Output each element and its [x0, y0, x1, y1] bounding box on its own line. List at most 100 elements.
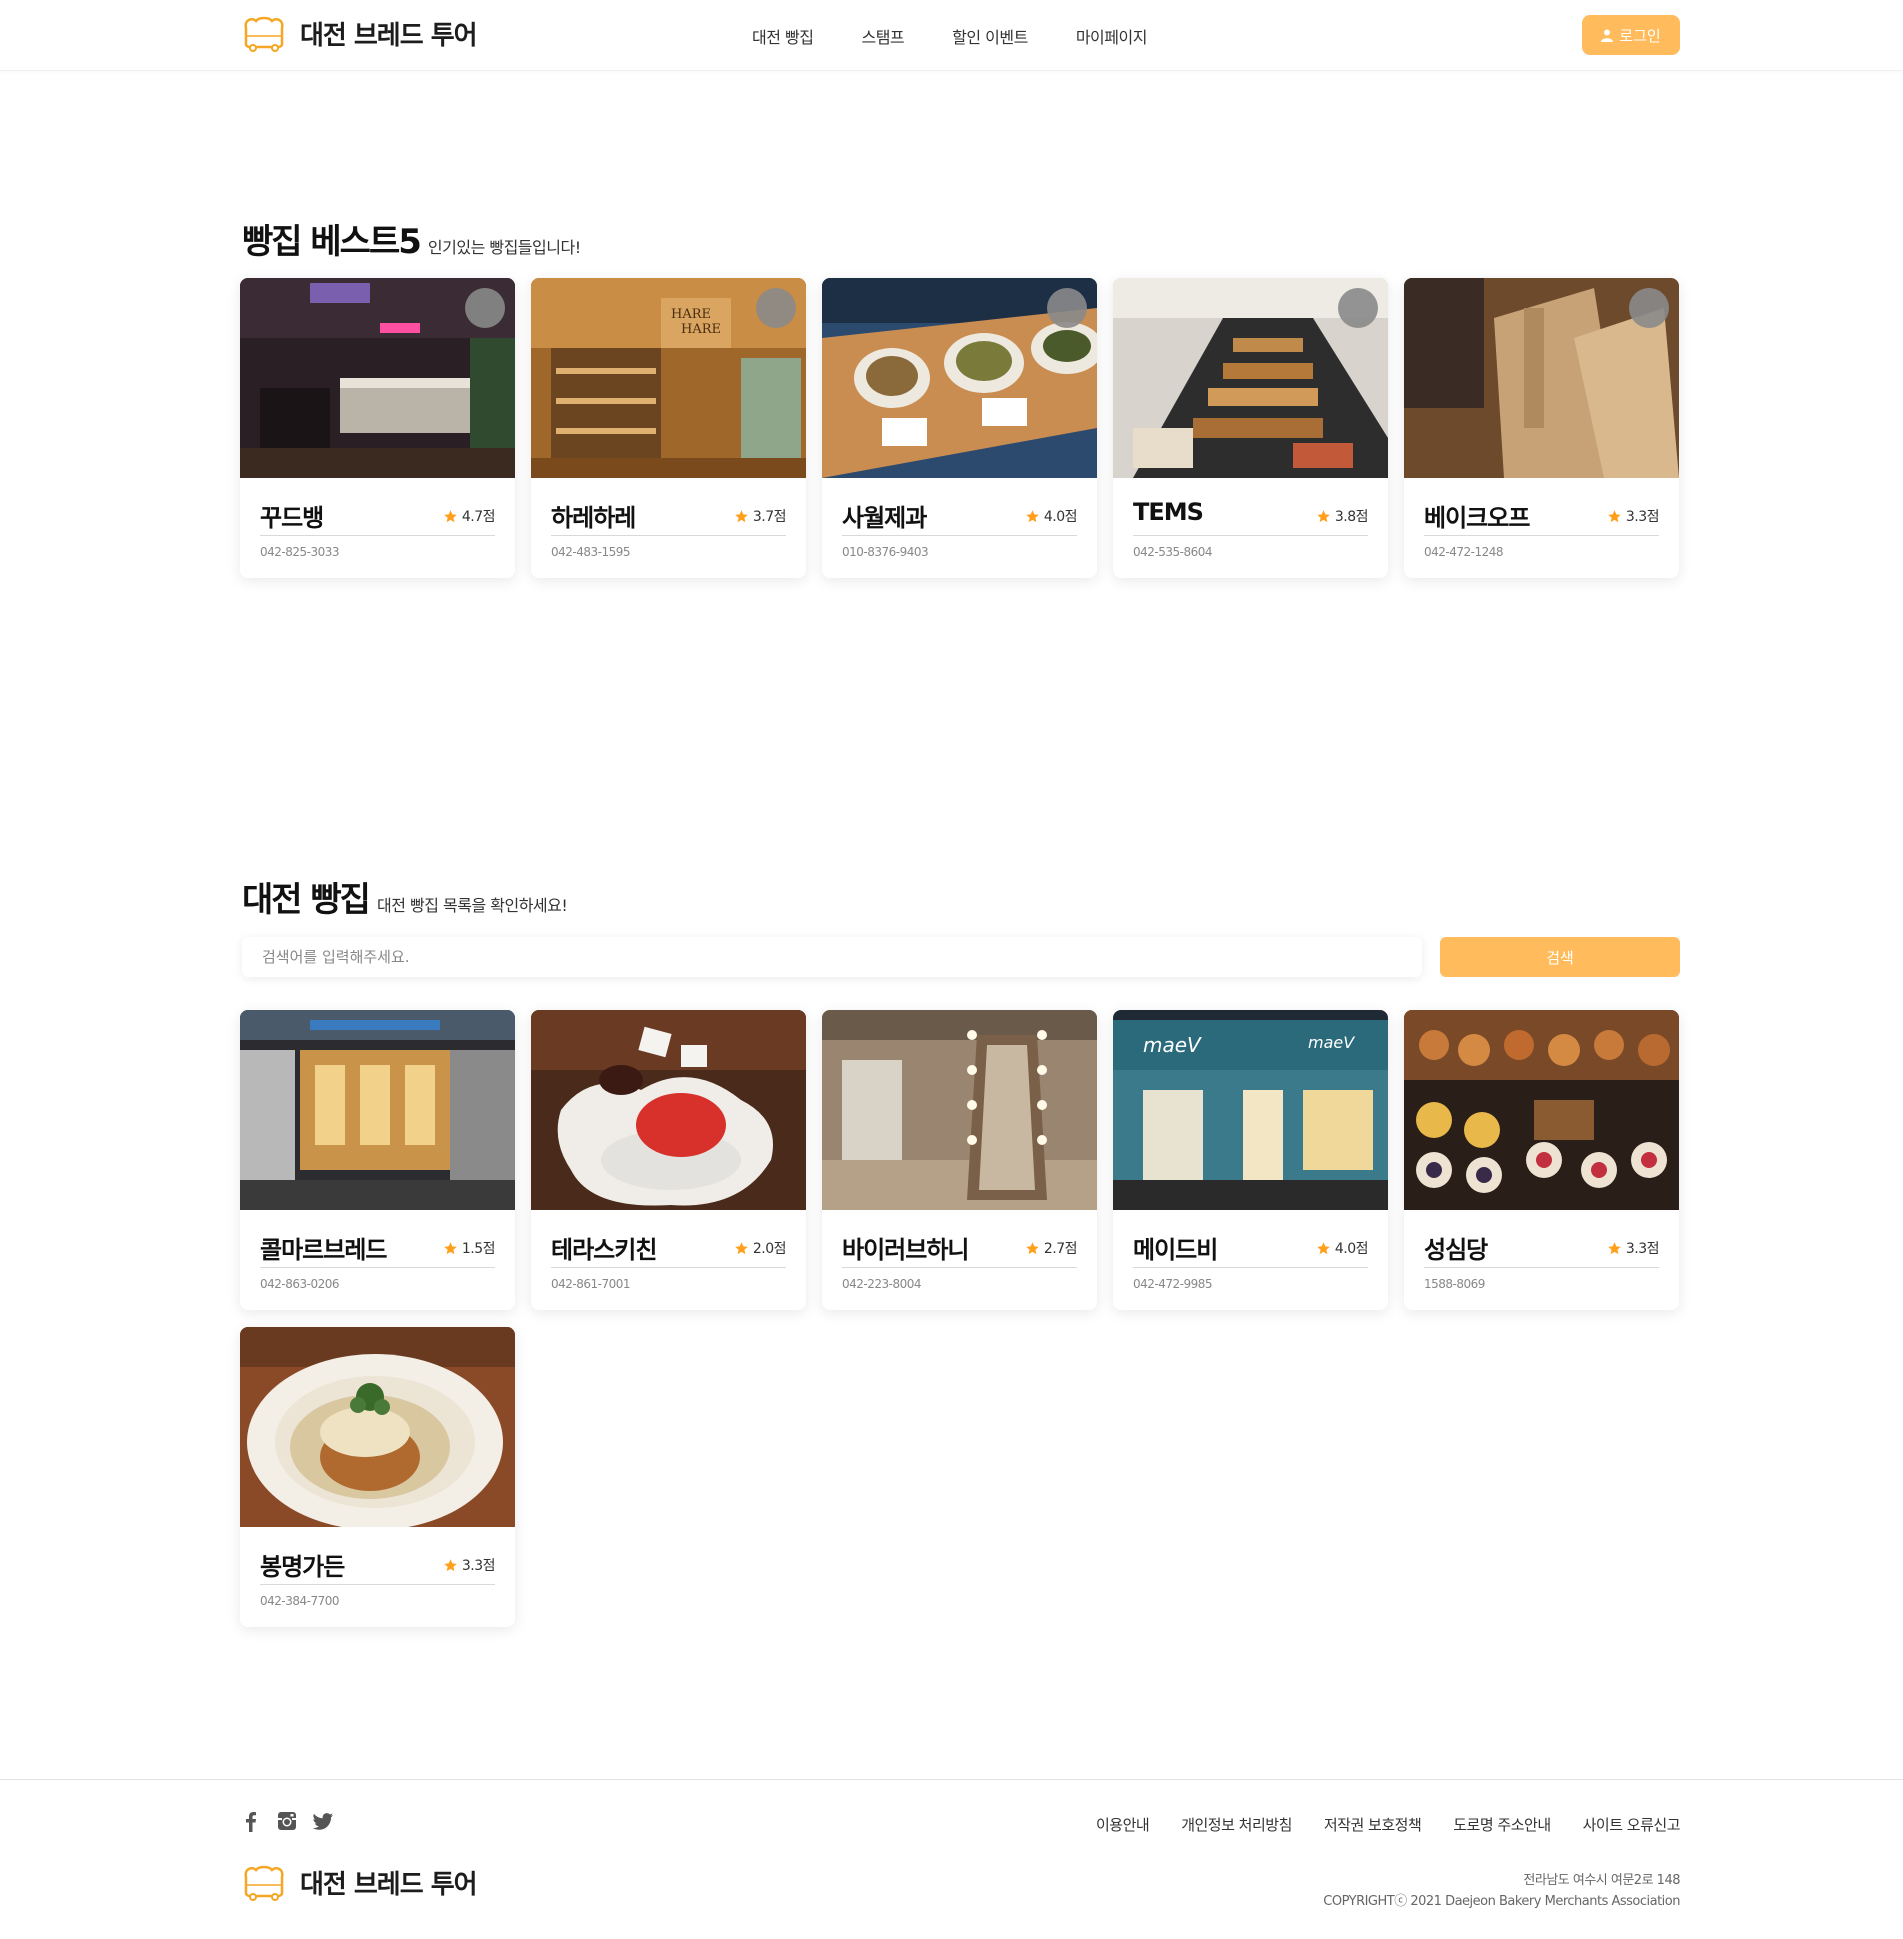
- bakery-rating: 3.3점: [1607, 1238, 1660, 1258]
- main-nav: 대전 빵집 스탬프 할인 이벤트 마이페이지: [752, 24, 1195, 48]
- bakery-card[interactable]: maeV maeV 메이드비 4.0점 042-472-9985: [1113, 1010, 1388, 1310]
- twitter-icon[interactable]: [312, 1810, 334, 1832]
- best-bakery-card[interactable]: 베이크오프 3.3점 042-472-1248: [1404, 278, 1679, 578]
- favorite-toggle[interactable]: [1338, 288, 1378, 328]
- best-bakery-card[interactable]: 꾸드뱅 4.7점 042-825-3033: [240, 278, 515, 578]
- rating-value: 3.3점: [461, 1558, 496, 1574]
- star-icon: [1026, 1241, 1039, 1254]
- rating-value: 1.5점: [461, 1241, 496, 1257]
- instagram-icon[interactable]: [276, 1810, 298, 1832]
- user-icon: [1601, 29, 1614, 42]
- svg-text:HARE: HARE: [671, 307, 711, 322]
- bakery-name: 메이드비: [1133, 1236, 1218, 1264]
- bakery-rating: 3.8점: [1316, 506, 1369, 526]
- favorite-toggle[interactable]: [465, 288, 505, 328]
- bakery-phone: 042-535-8604: [1133, 545, 1213, 559]
- bakery-phone: 042-861-7001: [551, 1277, 631, 1291]
- bakery-phone: 1588-8069: [1424, 1277, 1485, 1291]
- bakery-name: 성심당: [1424, 1236, 1488, 1264]
- footer-link-report-error[interactable]: 사이트 오류신고: [1583, 1814, 1681, 1835]
- social-links: [240, 1810, 348, 1832]
- bakery-rating: 4.0점: [1316, 1238, 1369, 1258]
- bakery-rating: 3.7점: [734, 506, 787, 526]
- rating-value: 2.7점: [1043, 1241, 1078, 1257]
- nav-bakeries[interactable]: 대전 빵집: [752, 24, 814, 48]
- bread-logo-icon: [244, 1865, 284, 1901]
- card-divider: [842, 1267, 1077, 1268]
- star-icon: [735, 1241, 748, 1254]
- bakery-photo: [822, 278, 1097, 478]
- footer-link-road-address[interactable]: 도로명 주소안내: [1453, 1814, 1551, 1835]
- facebook-icon[interactable]: [240, 1810, 262, 1832]
- search-button[interactable]: 검색: [1440, 937, 1680, 977]
- star-icon: [1608, 1241, 1621, 1254]
- bakery-name: 콜마르브레드: [260, 1236, 387, 1264]
- bakery-phone: 042-483-1595: [551, 545, 631, 559]
- list-section-heading: 대전 빵집 대전 빵집 목록을 확인하세요!: [242, 872, 568, 921]
- star-icon: [1026, 509, 1039, 522]
- bakery-phone: 042-472-9985: [1133, 1277, 1213, 1291]
- footer-brand[interactable]: 대전 브레드 투어: [240, 1863, 478, 1901]
- best-bakery-card[interactable]: TEMS 3.8점 042-535-8604: [1113, 278, 1388, 578]
- bakery-name: TEMS: [1133, 498, 1204, 526]
- footer-link-usage-guide[interactable]: 이용안내: [1096, 1814, 1150, 1835]
- brand-title: 대전 브레드 투어: [300, 20, 478, 51]
- rating-value: 3.7점: [752, 509, 787, 525]
- favorite-toggle[interactable]: [756, 288, 796, 328]
- login-button[interactable]: 로그인: [1582, 15, 1680, 55]
- footer-link-copyright-policy[interactable]: 저작권 보호정책: [1324, 1814, 1422, 1835]
- star-icon: [444, 1241, 457, 1254]
- rating-value: 3.8점: [1334, 509, 1369, 525]
- best-bakery-card[interactable]: 사월제과 4.0점 010-8376-9403: [822, 278, 1097, 578]
- star-icon: [444, 509, 457, 522]
- brand-logo-link[interactable]: 대전 브레드 투어: [240, 14, 478, 52]
- bakery-rating: 3.3점: [443, 1555, 496, 1575]
- star-icon: [1317, 509, 1330, 522]
- favorite-toggle[interactable]: [1047, 288, 1087, 328]
- bakery-card[interactable]: 성심당 3.3점 1588-8069: [1404, 1010, 1679, 1310]
- nav-discount-event[interactable]: 할인 이벤트: [952, 24, 1028, 48]
- nav-stamp[interactable]: 스탬프: [861, 24, 904, 48]
- card-divider: [1133, 1267, 1368, 1268]
- bakery-name: 꾸드뱅: [260, 504, 324, 532]
- bakery-photo: [240, 1327, 515, 1527]
- footer-link-privacy-policy[interactable]: 개인정보 처리방침: [1181, 1814, 1292, 1835]
- svg-text:HARE: HARE: [681, 322, 721, 337]
- search-input[interactable]: [242, 937, 1422, 977]
- footer-address-block: 전라남도 여수시 여문2로 148 COPYRIGHTⓒ 2021 Daejeo…: [1323, 1870, 1680, 1912]
- rating-value: 3.3점: [1625, 1241, 1660, 1257]
- star-icon: [444, 1558, 457, 1571]
- bakery-photo: maeV maeV: [1113, 1010, 1388, 1210]
- bakery-photo: [240, 1010, 515, 1210]
- card-divider: [842, 535, 1077, 536]
- bakery-phone: 042-223-8004: [842, 1277, 922, 1291]
- card-divider: [260, 535, 495, 536]
- bakery-photo: HARE HARE: [531, 278, 806, 478]
- footer-links: 이용안내 개인정보 처리방침 저작권 보호정책 도로명 주소안내 사이트 오류신…: [1064, 1814, 1681, 1835]
- star-icon: [735, 509, 748, 522]
- nav-mypage[interactable]: 마이페이지: [1076, 24, 1148, 48]
- bakery-card[interactable]: 바이러브하니 2.7점 042-223-8004: [822, 1010, 1097, 1310]
- best-section-subtitle: 인기있는 빵집들입니다!: [427, 238, 581, 257]
- footer-address: 전라남도 여수시 여문2로 148: [1523, 1873, 1680, 1888]
- rating-value: 4.7점: [461, 509, 496, 525]
- favorite-toggle[interactable]: [1629, 288, 1669, 328]
- rating-value: 3.3점: [1625, 509, 1660, 525]
- best-bakery-card[interactable]: HARE HARE 하레하레 3.7점 042-483-1595: [531, 278, 806, 578]
- svg-text:maeV: maeV: [1308, 1033, 1355, 1052]
- bakery-card[interactable]: 콜마르브레드 1.5점 042-863-0206: [240, 1010, 515, 1310]
- card-divider: [260, 1584, 495, 1585]
- site-footer: 이용안내 개인정보 처리방침 저작권 보호정책 도로명 주소안내 사이트 오류신…: [0, 1779, 1903, 1939]
- card-divider: [260, 1267, 495, 1268]
- bakery-phone: 042-863-0206: [260, 1277, 340, 1291]
- bakery-photo: [1113, 278, 1388, 478]
- bakery-card[interactable]: 테라스키친 2.0점 042-861-7001: [531, 1010, 806, 1310]
- bakery-photo: [822, 1010, 1097, 1210]
- bakery-name: 베이크오프: [1424, 504, 1530, 532]
- rating-value: 2.0점: [752, 1241, 787, 1257]
- bakery-rating: 2.7점: [1025, 1238, 1078, 1258]
- footer-copyright: COPYRIGHTⓒ 2021 Daejeon Bakery Merchants…: [1323, 1894, 1680, 1909]
- bakery-photo: [531, 1010, 806, 1210]
- bakery-card[interactable]: 봉명가든 3.3점 042-384-7700: [240, 1327, 515, 1627]
- rating-value: 4.0점: [1043, 509, 1078, 525]
